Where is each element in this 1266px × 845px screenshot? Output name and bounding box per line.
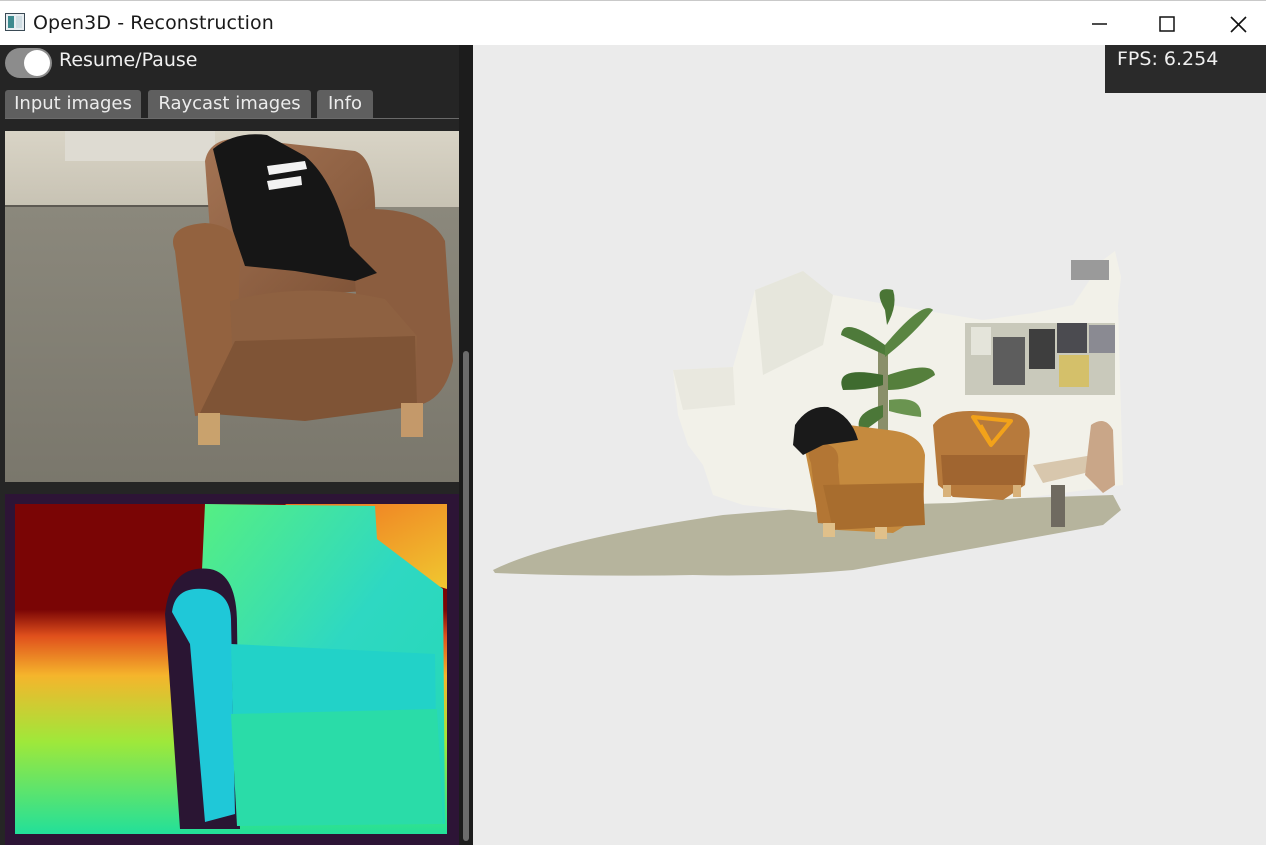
maximize-icon [1159, 16, 1175, 32]
window-title: Open3D - Reconstruction [33, 12, 274, 34]
app-icon [5, 13, 25, 31]
depth-input-image [5, 494, 459, 845]
toggle-knob [24, 50, 50, 76]
maximize-button[interactable] [1144, 1, 1190, 46]
reconstruction-viewport[interactable]: FPS: 6.254 [473, 45, 1266, 845]
close-button[interactable] [1215, 1, 1261, 46]
fps-label: FPS: 6.254 [1117, 48, 1219, 70]
fps-overlay: FPS: 6.254 [1105, 45, 1266, 93]
tab-info[interactable]: Info [317, 90, 373, 118]
resume-pause-toggle[interactable] [5, 48, 52, 78]
tab-raycast-images[interactable]: Raycast images [148, 90, 311, 118]
title-bar: Open3D - Reconstruction [0, 0, 1266, 45]
color-input-image [5, 131, 459, 482]
scrollbar-thumb[interactable] [463, 351, 469, 841]
tab-divider [5, 118, 459, 119]
resume-pause-label: Resume/Pause [59, 49, 198, 71]
control-panel: Resume/Pause Input images Raycast images… [0, 45, 473, 845]
minimize-icon [1092, 23, 1107, 25]
tab-input-images[interactable]: Input images [5, 90, 141, 118]
minimize-button[interactable] [1076, 1, 1122, 46]
point-cloud-scene[interactable] [473, 45, 1266, 845]
close-icon [1230, 16, 1247, 33]
